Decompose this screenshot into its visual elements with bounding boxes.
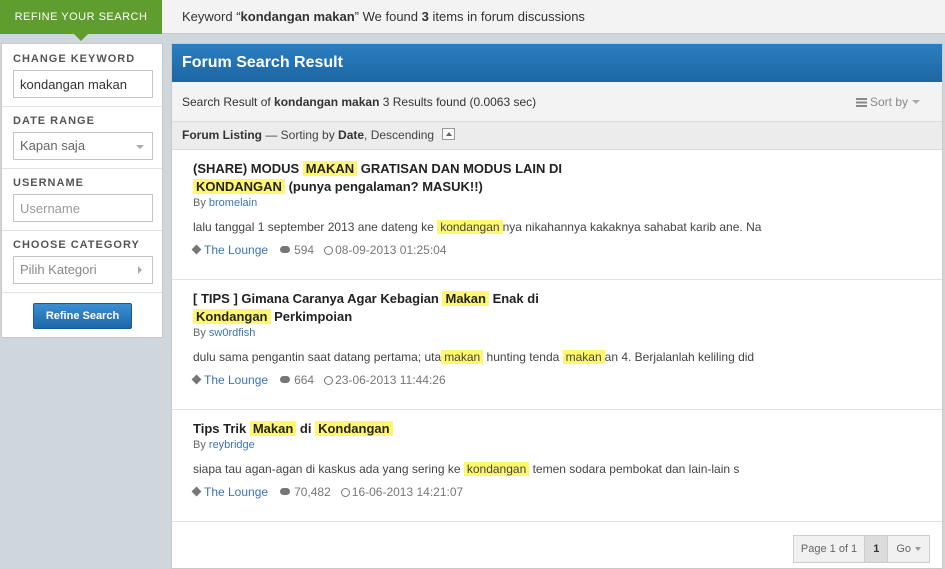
result-title[interactable]: Tips Trik Makan di Kondangan (193, 420, 613, 438)
keyword-input[interactable] (13, 70, 153, 98)
comment-icon (280, 488, 291, 495)
author-link[interactable]: reybridge (209, 439, 255, 451)
chevron-down-icon (915, 547, 921, 551)
comment-icon (280, 246, 291, 253)
result-summary-bar: Search Result of kondangan makan 3 Resul… (172, 82, 942, 122)
result-item: (SHARE) MODUS MAKAN GRATISAN DAN MODUS L… (172, 150, 942, 280)
pagination: Page 1 of 1 1 Go (792, 535, 930, 563)
result-snippet: dulu sama pengantin saat datang pertama;… (193, 350, 755, 364)
clock-icon (340, 488, 350, 497)
result-item: Tips Trik Makan di Kondangan By reybridg… (172, 410, 942, 522)
category-label: CHOOSE CATEGORY (13, 239, 140, 251)
tag-icon (191, 486, 202, 497)
list-icon (855, 98, 867, 107)
top-bar: REFINE YOUR SEARCH Keyword “kondangan ma… (0, 0, 945, 41)
keyword-label: CHANGE KEYWORD (13, 53, 136, 65)
category-section: CHOOSE CATEGORY Pilih Kategori (2, 231, 162, 293)
username-label: USERNAME (13, 177, 84, 189)
refine-search-button[interactable]: Refine Search (33, 303, 132, 329)
date-range-label: DATE RANGE (13, 115, 95, 127)
page-info: Page 1 of 1 (794, 536, 866, 562)
tag-icon (191, 244, 202, 255)
result-title[interactable]: [ TIPS ] Gimana Caranya Agar Kebagian Ma… (193, 290, 613, 326)
category-link[interactable]: The Lounge (204, 243, 268, 257)
page-title: Forum Search Result (172, 44, 942, 82)
username-section: USERNAME (2, 169, 162, 231)
chevron-down-icon (136, 145, 144, 149)
result-snippet: siapa tau agan-agan di kaskus ada yang s… (193, 462, 740, 476)
result-meta: The Lounge 594 08-09-2013 01:25:04 (191, 243, 447, 257)
search-results-panel: Forum Search Result Search Result of kon… (171, 43, 943, 569)
clock-icon (324, 376, 334, 385)
post-date: 16-06-2013 14:21:07 (351, 485, 464, 499)
comment-icon (280, 376, 291, 383)
author-link[interactable]: sw0rdfish (209, 327, 255, 339)
page-number-current[interactable]: 1 (865, 536, 889, 562)
keyword-value: kondangan makan (240, 9, 355, 24)
result-count: 3 (421, 9, 429, 24)
collapse-icon[interactable] (442, 128, 456, 140)
refine-search-tab[interactable]: REFINE YOUR SEARCH (0, 0, 162, 41)
username-input[interactable] (13, 194, 153, 222)
comment-count: 664 (294, 373, 315, 387)
result-meta: The Lounge 664 23-06-2013 11:44:26 (191, 373, 446, 387)
category-link[interactable]: The Lounge (204, 485, 268, 499)
page-go-dropdown[interactable]: Go (888, 536, 929, 562)
clock-icon (324, 246, 334, 255)
result-meta: The Lounge 70,482 16-06-2013 14:21:07 (191, 485, 464, 499)
category-link[interactable]: The Lounge (204, 373, 268, 387)
result-author: By reybridge (193, 439, 255, 451)
result-summary: Search Result of kondangan makan 3 Resul… (182, 95, 537, 109)
author-link[interactable]: bromelain (209, 197, 257, 209)
result-snippet: lalu tanggal 1 september 2013 ane dateng… (193, 220, 762, 234)
sort-by-dropdown[interactable]: Sort by (855, 95, 920, 109)
comment-count: 70,482 (294, 485, 331, 499)
result-title[interactable]: (SHARE) MODUS MAKAN GRATISAN DAN MODUS L… (193, 160, 613, 196)
refine-sidebar: CHANGE KEYWORD DATE RANGE Kapan saja USE… (1, 43, 163, 338)
result-author: By sw0rdfish (193, 327, 256, 339)
post-date: 23-06-2013 11:44:26 (335, 373, 446, 387)
keyword-summary: Keyword “kondangan makan” We found 3 ite… (182, 9, 585, 24)
tag-icon (191, 374, 202, 385)
category-select[interactable]: Pilih Kategori (13, 256, 153, 284)
post-date: 08-09-2013 01:25:04 (335, 243, 447, 257)
chevron-right-icon (138, 266, 142, 274)
keyword-section: CHANGE KEYWORD (2, 44, 162, 107)
date-range-section: DATE RANGE Kapan saja (2, 107, 162, 169)
result-author: By bromelain (193, 197, 258, 209)
listing-bar: Forum Listing — Sorting by Date, Descend… (172, 122, 942, 150)
result-item: [ TIPS ] Gimana Caranya Agar Kebagian Ma… (172, 280, 942, 410)
chevron-down-icon (912, 100, 920, 104)
date-range-select[interactable]: Kapan saja (13, 132, 153, 160)
comment-count: 594 (294, 243, 315, 257)
